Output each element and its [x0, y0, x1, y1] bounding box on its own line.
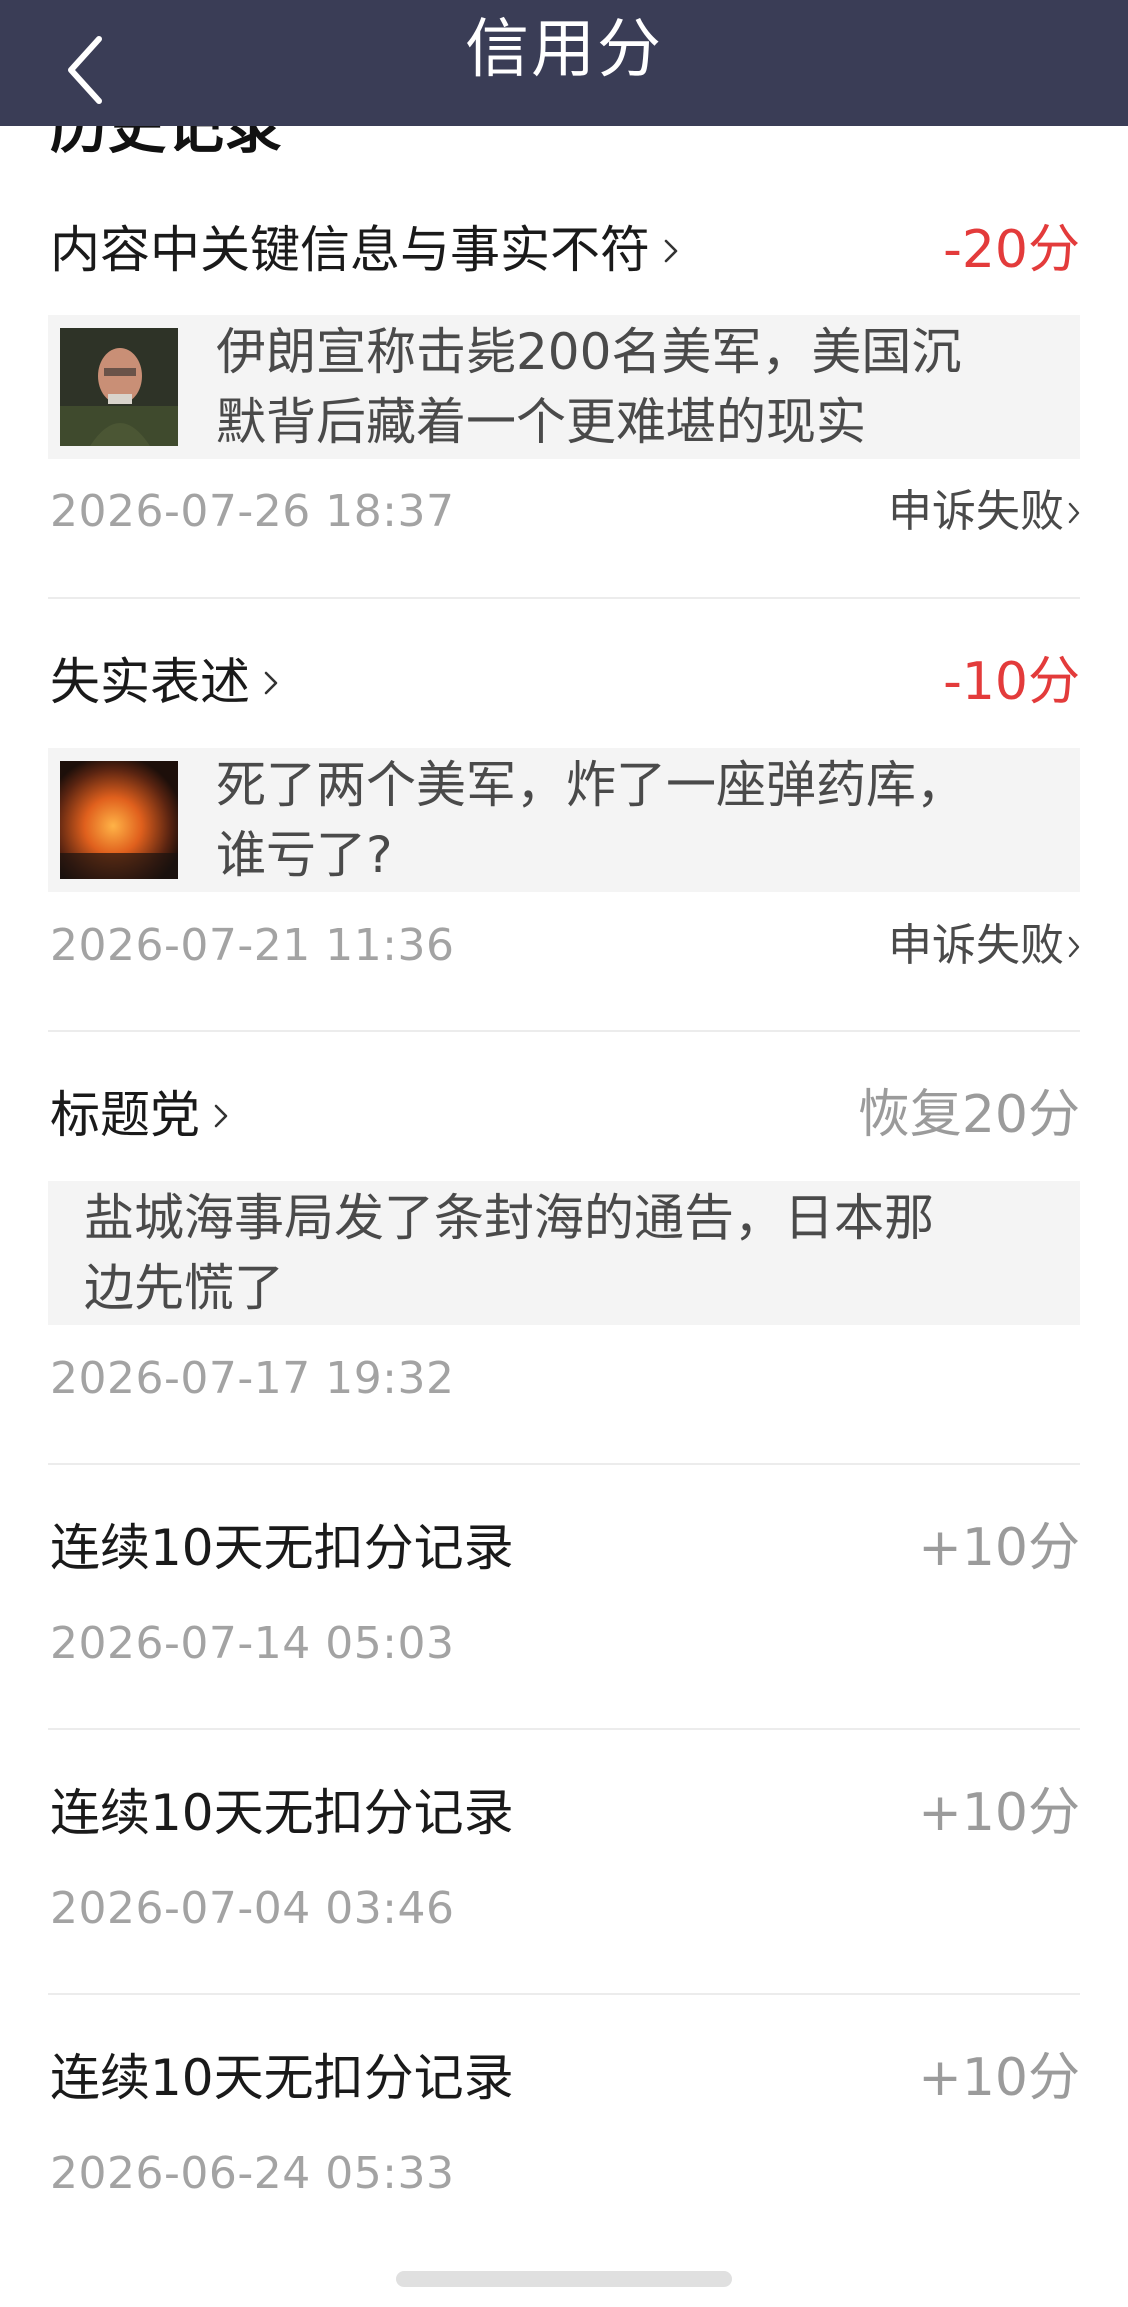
violation-reason-link[interactable]: 失实表述	[50, 642, 278, 726]
appeal-status-link[interactable]: 申诉失败	[888, 916, 1080, 978]
record-date: 2026-07-21 11:36	[50, 920, 455, 971]
record-date: 2026-07-14 05:03	[50, 1618, 455, 1669]
article-title: 死了两个美军，炸了一座弹药库， 谁亏了?	[216, 756, 966, 884]
divider	[48, 597, 1080, 599]
record-date: 2026-06-24 05:33	[50, 2148, 455, 2199]
chevron-right-icon	[1068, 914, 1080, 974]
record-item: 内容中关键信息与事实不符 -20分 伊朗宣称击毙200名美军，美国沉 默背后藏着…	[48, 210, 1080, 550]
record-header: 连续10天无扣分记录 +10分	[48, 1773, 1080, 1853]
record-header: 连续10天无扣分记录 +10分	[48, 2038, 1080, 2118]
violation-reason-link[interactable]: 标题党	[50, 1075, 228, 1159]
record-title: 连续10天无扣分记录	[50, 1519, 514, 1577]
article-thumbnail	[60, 761, 178, 879]
violation-reason: 内容中关键信息与事实不符	[50, 221, 650, 279]
article-card[interactable]: 死了两个美军，炸了一座弹药库， 谁亏了?	[48, 748, 1080, 892]
violation-reason: 标题党	[50, 1086, 200, 1144]
nav-header: 信用分	[0, 0, 1128, 126]
home-indicator[interactable]	[396, 2271, 732, 2287]
violation-reason: 失实表述	[50, 653, 250, 711]
appeal-status: 申诉失败	[888, 920, 1064, 971]
record-item: 标题党 恢复20分 盐城海事局发了条封海的通告，日本那 边先慌了 2026-07…	[48, 1075, 1080, 1415]
chevron-right-icon	[214, 1071, 228, 1151]
article-thumbnail	[60, 328, 178, 446]
record-item: 连续10天无扣分记录 +10分 2026-07-14 05:03	[48, 1508, 1080, 1688]
chevron-right-icon	[664, 206, 678, 286]
record-date: 2026-07-26 18:37	[50, 486, 455, 537]
divider	[48, 1030, 1080, 1032]
record-date: 2026-07-17 19:32	[50, 1353, 455, 1404]
score-change: +10分	[918, 1518, 1080, 1578]
page-title: 信用分	[465, 13, 663, 87]
record-item: 连续10天无扣分记录 +10分 2026-06-24 05:33	[48, 2038, 1080, 2218]
record-header: 失实表述 -10分	[48, 642, 1080, 722]
divider	[48, 1463, 1080, 1465]
divider	[48, 1993, 1080, 1995]
record-header: 标题党 恢复20分	[48, 1075, 1080, 1155]
record-item: 连续10天无扣分记录 +10分 2026-07-04 03:46	[48, 1773, 1080, 1953]
article-title: 盐城海事局发了条封海的通告，日本那 边先慌了	[84, 1189, 934, 1317]
score-change: +10分	[918, 2048, 1080, 2108]
violation-reason-link[interactable]: 内容中关键信息与事实不符	[50, 210, 678, 294]
score-change: -20分	[943, 220, 1080, 280]
score-change: +10分	[918, 1783, 1080, 1843]
appeal-status-link[interactable]: 申诉失败	[888, 482, 1080, 544]
chevron-right-icon	[1068, 480, 1080, 540]
record-title: 连续10天无扣分记录	[50, 2049, 514, 2107]
record-title: 连续10天无扣分记录	[50, 1784, 514, 1842]
article-card[interactable]: 伊朗宣称击毙200名美军，美国沉 默背后藏着一个更难堪的现实	[48, 315, 1080, 459]
divider	[48, 1728, 1080, 1730]
article-card[interactable]: 盐城海事局发了条封海的通告，日本那 边先慌了	[48, 1181, 1080, 1325]
score-change: -10分	[943, 652, 1080, 712]
appeal-status: 申诉失败	[888, 486, 1064, 537]
score-change: 恢复20分	[857, 1085, 1080, 1145]
chevron-right-icon	[264, 638, 278, 718]
record-header: 内容中关键信息与事实不符 -20分	[48, 210, 1080, 290]
record-date: 2026-07-04 03:46	[50, 1883, 455, 1934]
record-header: 连续10天无扣分记录 +10分	[48, 1508, 1080, 1588]
article-title: 伊朗宣称击毙200名美军，美国沉 默背后藏着一个更难堪的现实	[216, 323, 962, 451]
record-item: 失实表述 -10分 死了两个美军，炸了一座弹药库， 谁亏了? 2026-07-2…	[48, 642, 1080, 982]
credit-score-page: 信用分 历史记录 内容中关键信息与事实不符 -20分 伊朗宣称击毙200名美军，…	[0, 0, 1128, 2307]
